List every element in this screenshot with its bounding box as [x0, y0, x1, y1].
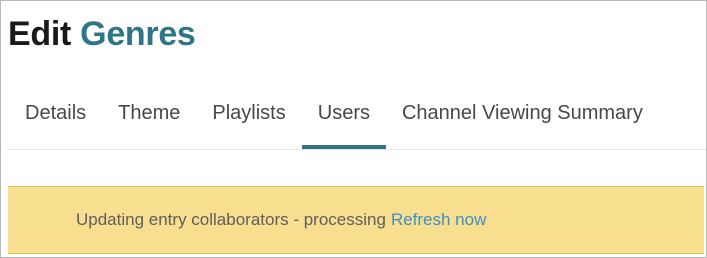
tab-channel-viewing-summary[interactable]: Channel Viewing Summary — [386, 89, 659, 149]
page-title: Edit Genres — [8, 14, 196, 54]
tab-playlists[interactable]: Playlists — [196, 89, 301, 149]
page-title-prefix: Edit — [8, 15, 72, 53]
edit-page: Edit Genres Details Theme Playlists User… — [0, 0, 707, 258]
tab-users[interactable]: Users — [301, 89, 387, 149]
tabs-divider — [7, 149, 706, 150]
processing-alert: Updating entry collaborators - processin… — [8, 186, 704, 254]
refresh-now-link[interactable]: Refresh now — [391, 210, 486, 230]
page-title-entity-name: Genres — [80, 15, 196, 53]
tab-theme[interactable]: Theme — [102, 89, 196, 149]
tab-bar: Details Theme Playlists Users Channel Vi… — [7, 89, 659, 149]
tab-details[interactable]: Details — [7, 89, 102, 149]
alert-message: Updating entry collaborators - processin… — [76, 210, 386, 229]
